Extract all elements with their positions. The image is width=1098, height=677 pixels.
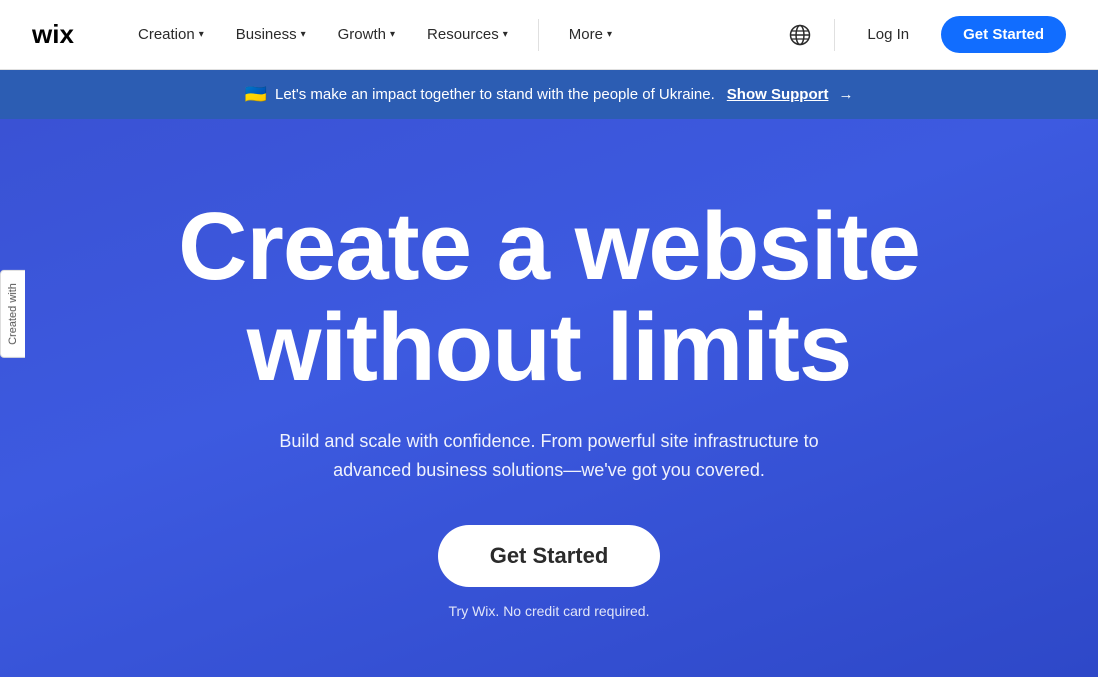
nav-links: Creation ▾ Business ▾ Growth ▾ Resources… [124,18,782,51]
nav-item-growth[interactable]: Growth ▾ [324,18,409,51]
nav-business-label: Business [236,26,297,43]
get-started-nav-button[interactable]: Get Started [941,16,1066,53]
banner-arrow-icon: → [838,86,853,103]
show-support-link[interactable]: Show Support [727,86,829,103]
globe-icon [789,24,811,46]
hero-subtitle: Build and scale with confidence. From po… [239,427,859,485]
hero-get-started-button[interactable]: Get Started [438,525,661,587]
language-selector-button[interactable] [782,17,818,53]
nav-item-more[interactable]: More ▾ [555,18,626,51]
nav-creation-label: Creation [138,26,195,43]
growth-chevron-icon: ▾ [390,29,395,40]
banner-text: Let's make an impact together to stand w… [275,86,715,103]
nav-item-creation[interactable]: Creation ▾ [124,18,218,51]
nav-item-business[interactable]: Business ▾ [222,18,320,51]
creation-chevron-icon: ▾ [199,29,204,40]
right-divider [834,19,835,51]
hero-section: Create a website without limits Build an… [0,119,1098,677]
svg-text:wix: wix [32,21,74,49]
nav-divider [538,19,539,51]
nav-growth-label: Growth [338,26,386,43]
created-with-tab[interactable]: Created with [0,270,25,358]
hero-title-line2: without limits [247,294,852,401]
more-chevron-icon: ▾ [607,29,612,40]
ukraine-flag-icon: 🇺🇦 [245,84,267,105]
hero-disclaimer: Try Wix. No credit card required. [449,603,650,619]
nav-resources-label: Resources [427,26,499,43]
business-chevron-icon: ▾ [301,29,306,40]
login-button[interactable]: Log In [851,18,925,51]
wix-logo[interactable]: wix [32,21,84,49]
nav-item-resources[interactable]: Resources ▾ [413,18,522,51]
nav-more-label: More [569,26,603,43]
navbar-right: Log In Get Started [782,16,1066,53]
ukraine-banner: 🇺🇦 Let's make an impact together to stan… [0,70,1098,119]
navbar: wix Creation ▾ Business ▾ Growth ▾ Resou… [0,0,1098,70]
resources-chevron-icon: ▾ [503,29,508,40]
hero-title: Create a website without limits [178,197,920,399]
hero-title-line1: Create a website [178,193,920,300]
